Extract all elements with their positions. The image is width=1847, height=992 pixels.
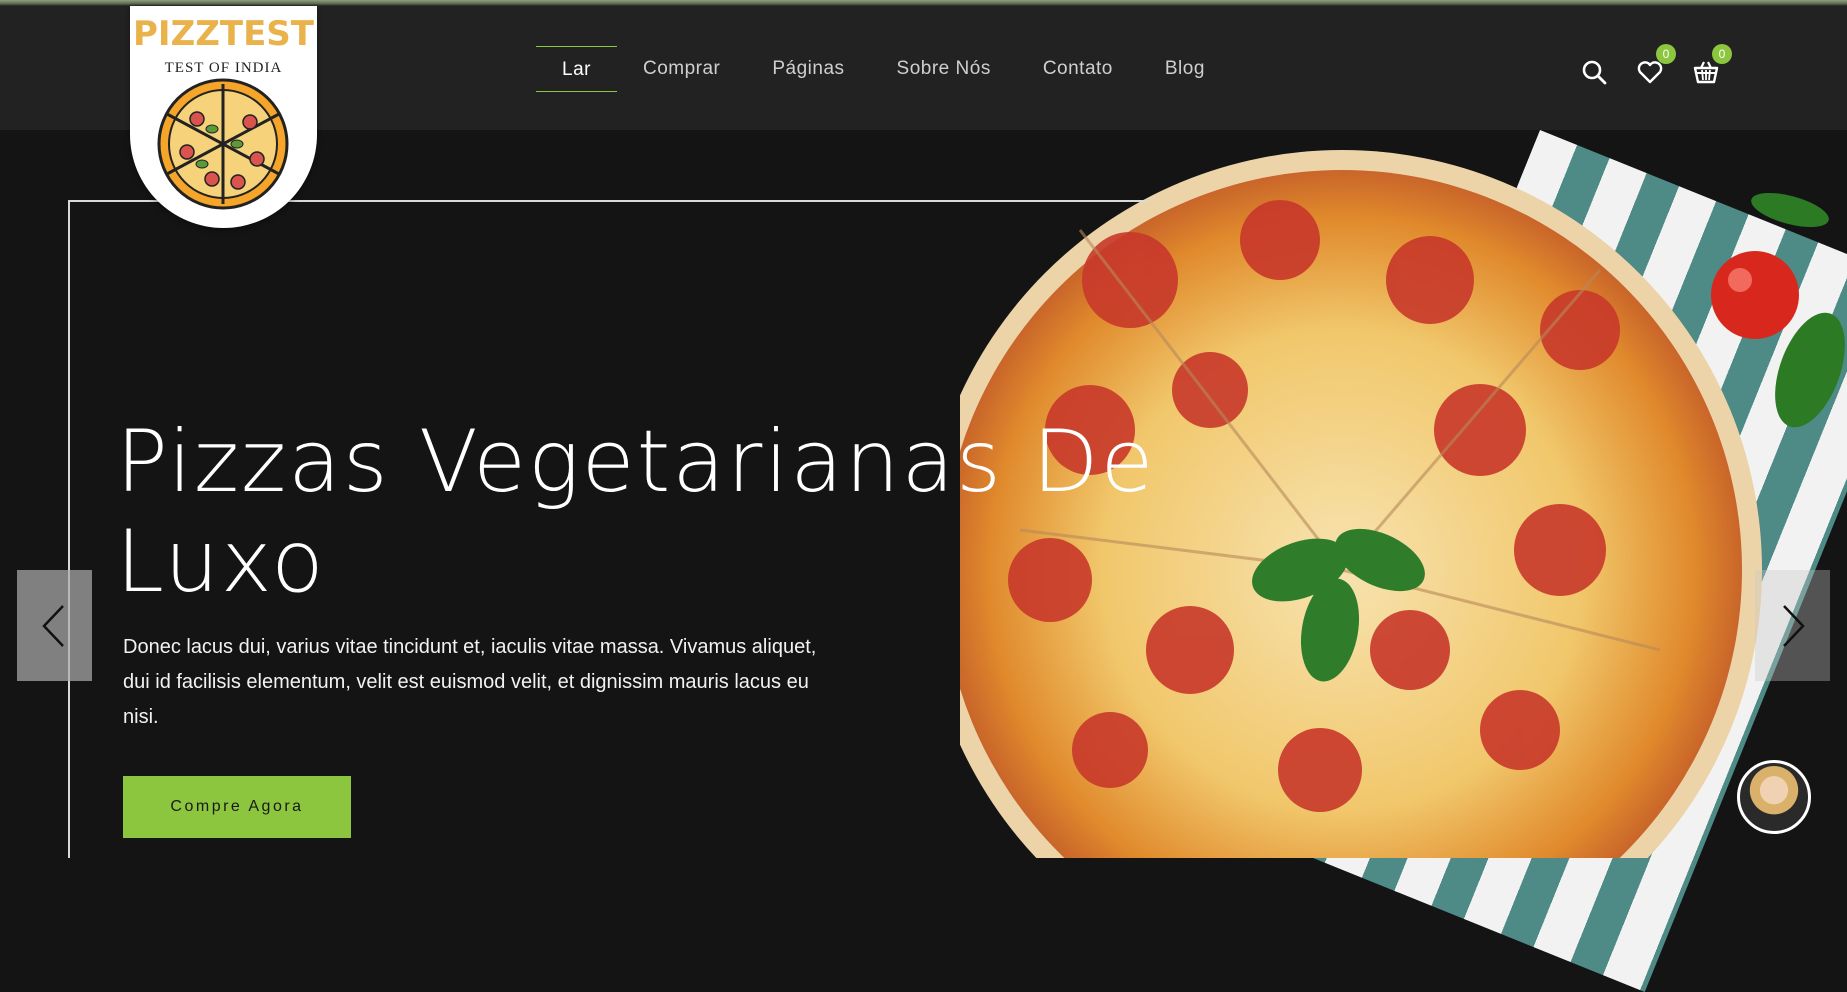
nav-item-paginas[interactable]: Páginas [746,46,870,92]
slider-next-button[interactable] [1755,570,1830,681]
nav-item-blog[interactable]: Blog [1139,46,1231,92]
chevron-right-icon [1783,605,1805,647]
hero-description: Donec lacus dui, varius vitae tincidunt … [123,636,817,728]
chat-support-avatar[interactable] [1737,760,1811,834]
nav-item-comprar[interactable]: Comprar [617,46,746,92]
nav-item-sobre-nos[interactable]: Sobre Nós [871,46,1017,92]
hero-title-line-2: Luxo [116,512,326,612]
hero-title: Pizzas Vegetarianas De Luxo [116,412,1216,612]
nav-item-lar[interactable]: Lar [536,46,617,92]
chevron-left-icon [42,605,64,647]
cart-count-badge: 0 [1712,44,1732,64]
cart-button[interactable]: 0 [1692,44,1732,86]
pizza-logo-icon [157,78,289,210]
header-icons: 0 0 [1580,44,1732,86]
wishlist-count-badge: 0 [1656,44,1676,64]
site-logo[interactable]: PIZZTEST TEST OF INDIA [130,6,317,228]
hero-frame-left [68,200,70,858]
wishlist-button[interactable]: 0 [1636,44,1676,86]
main-nav: Lar Comprar Páginas Sobre Nós Contato Bl… [536,42,1231,96]
search-icon[interactable] [1580,58,1608,86]
shop-now-button[interactable]: Compre Agora [123,776,351,838]
slider-prev-button[interactable] [17,570,92,681]
hero-title-line-1: Pizzas Vegetarianas De [116,412,1156,512]
logo-title: PIZZTEST [133,14,314,54]
nav-item-contato[interactable]: Contato [1017,46,1139,92]
